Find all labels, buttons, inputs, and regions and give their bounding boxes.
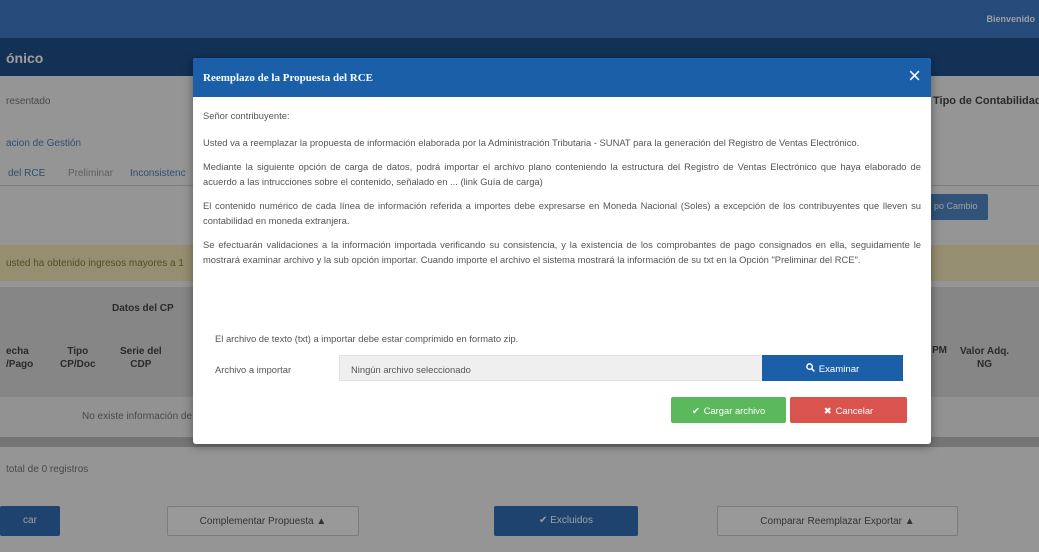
greeting-text: Señor contribuyente: <box>203 110 290 121</box>
cargar-archivo-button[interactable]: ✔ Cargar archivo <box>671 397 786 423</box>
modal-title: Reemplazo de la Propuesta del RCE <box>203 72 373 84</box>
cancelar-button[interactable]: ✖ Cancelar <box>790 397 907 423</box>
check-icon: ✔ <box>691 405 700 416</box>
zip-format-note: El archivo de texto (txt) a importar deb… <box>215 333 519 344</box>
examinar-button[interactable]: Examinar <box>762 355 903 381</box>
paragraph-1: Usted va a reemplazar la propuesta de in… <box>203 136 860 148</box>
file-input-label: Archivo a importar <box>215 364 292 375</box>
paragraph-2: Mediante la siguiente opción de carga de… <box>203 161 921 187</box>
close-icon: ✖ <box>823 405 832 416</box>
file-input-field[interactable]: Ningún archivo seleccionado <box>339 355 763 381</box>
reemplazo-propuesta-modal: Reemplazo de la Propuesta del RCE × Seño… <box>193 58 931 444</box>
cargar-label: Cargar archivo <box>703 405 766 416</box>
close-icon[interactable]: × <box>908 65 921 87</box>
paragraph-4: Se efectuarán validaciones a la informac… <box>203 239 921 265</box>
examinar-label: Examinar <box>818 364 860 375</box>
modal-body: Señor contribuyente: Usted va a reemplaz… <box>203 109 921 277</box>
cancelar-label: Cancelar <box>835 405 874 416</box>
search-icon <box>805 363 815 375</box>
modal-header: Reemplazo de la Propuesta del RCE × <box>193 58 931 97</box>
paragraph-3: El contenido numérico de cada línea de i… <box>203 200 921 226</box>
file-placeholder: Ningún archivo seleccionado <box>351 364 471 375</box>
